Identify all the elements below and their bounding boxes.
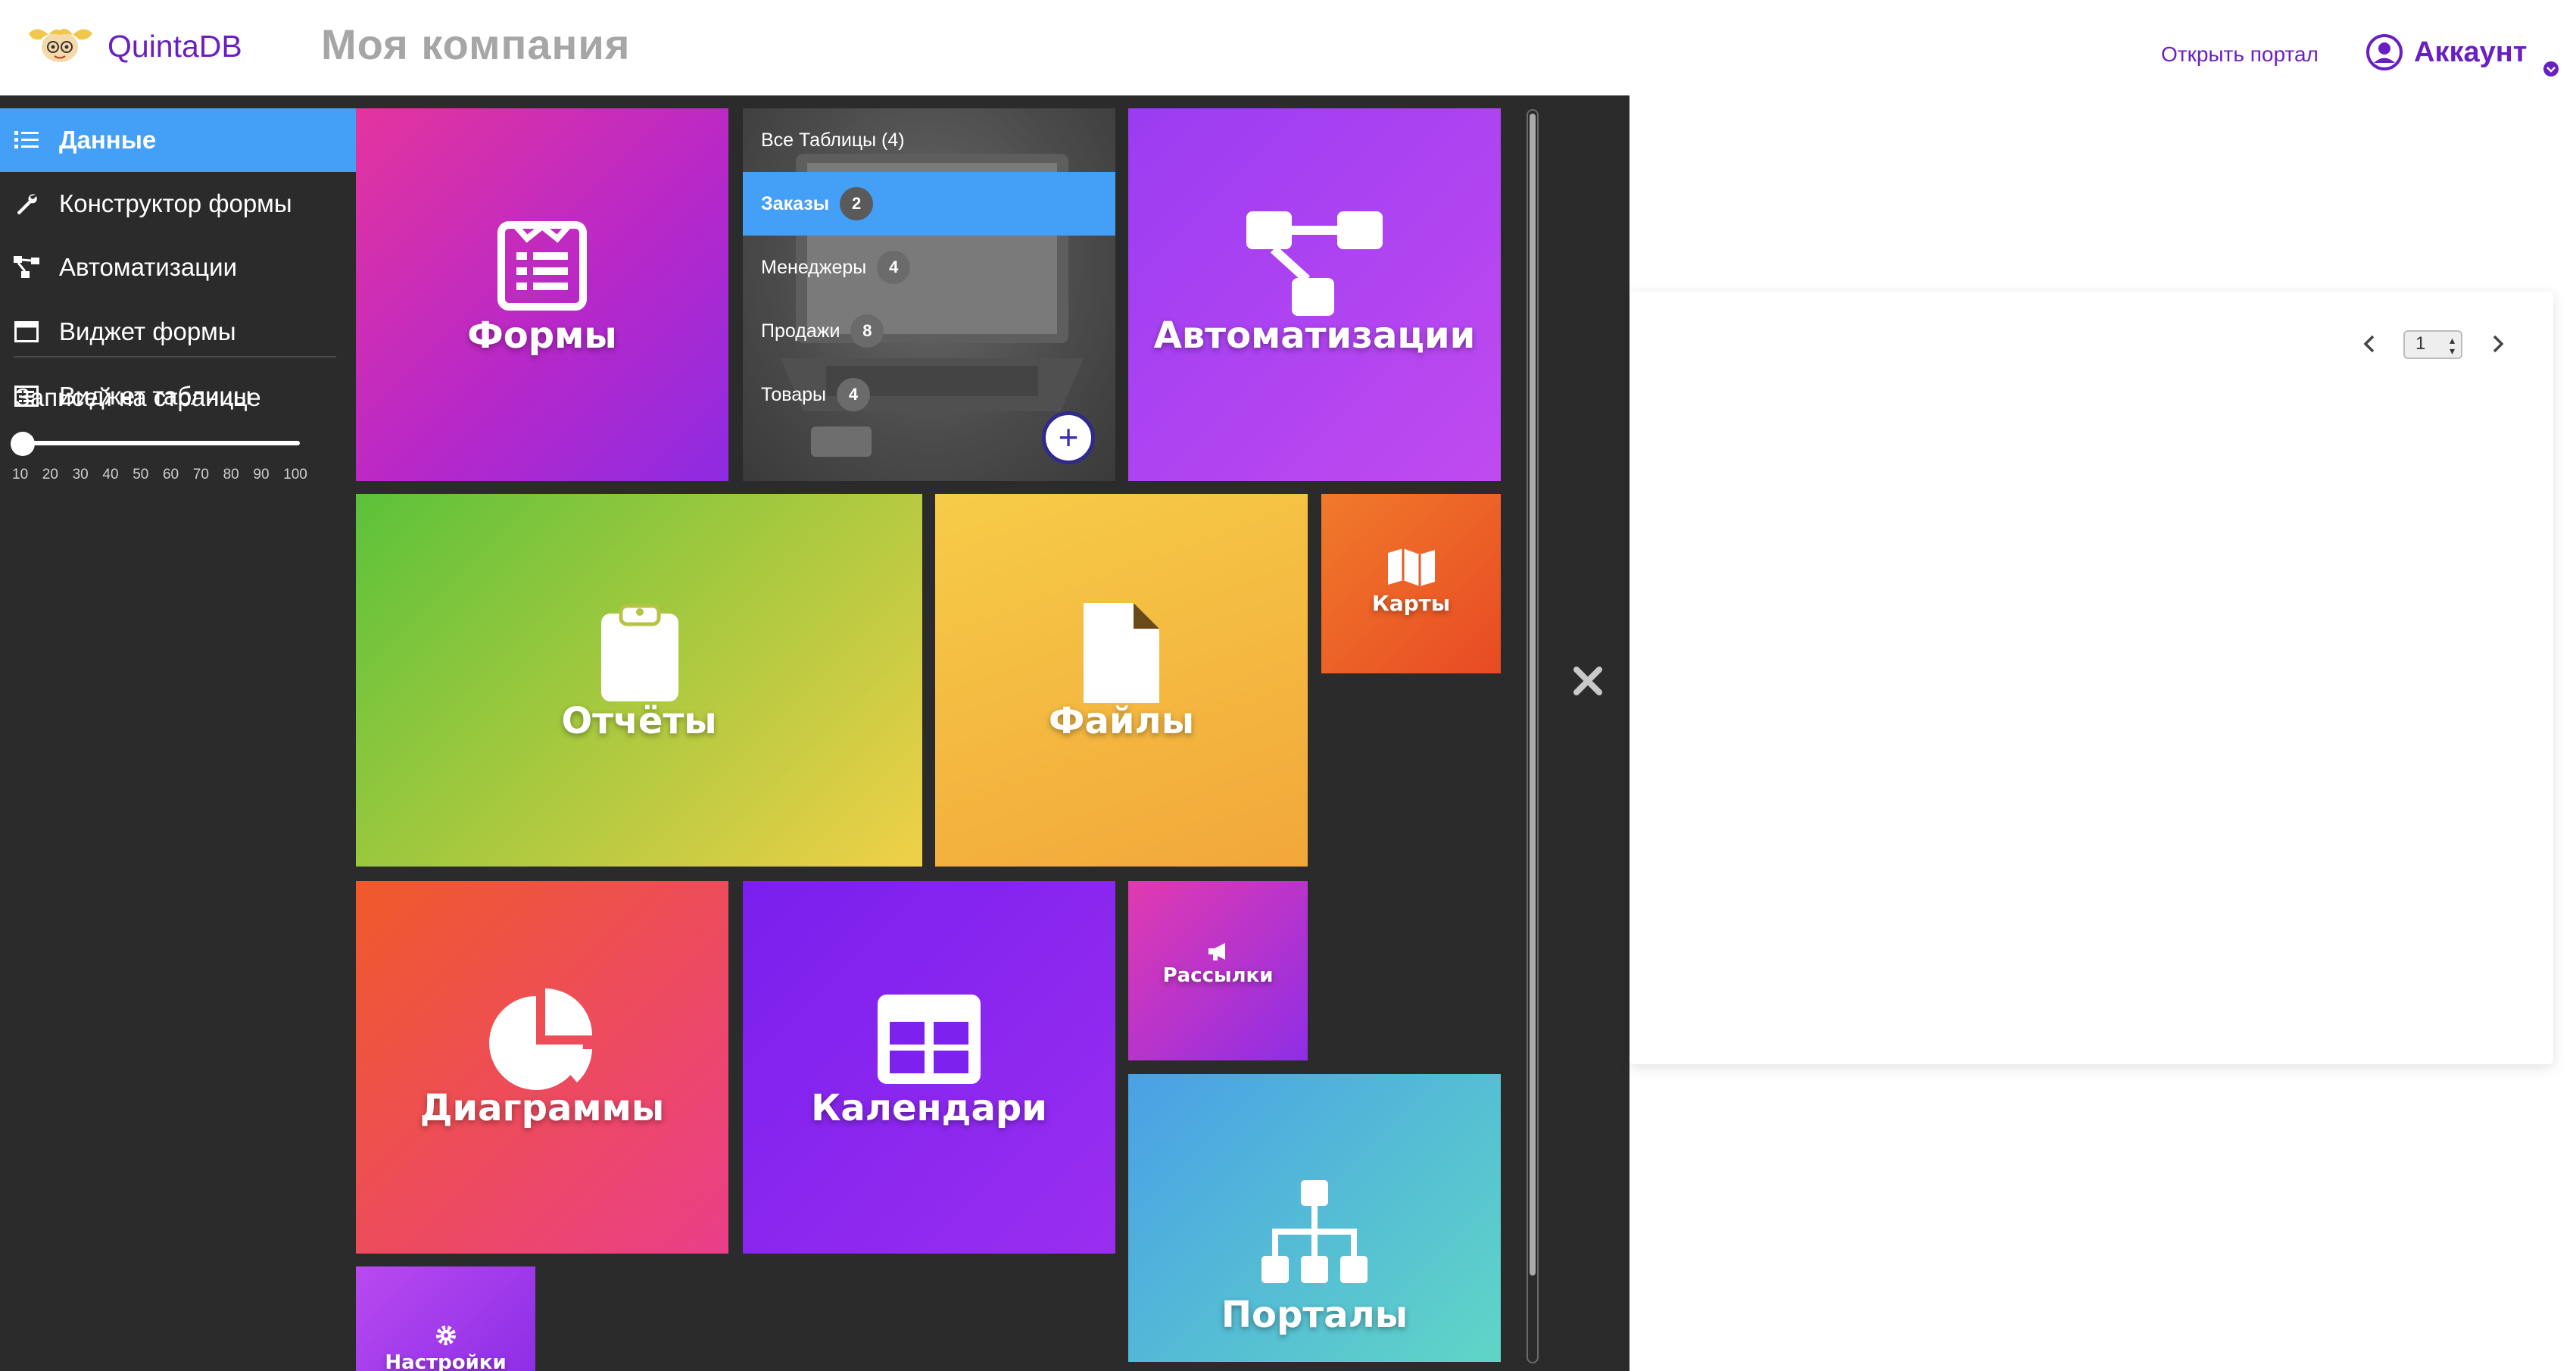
pie-chart-icon: [489, 988, 592, 1090]
table-item-sales[interactable]: Продажи 8: [743, 299, 1115, 363]
tile-label: Формы: [467, 314, 617, 357]
open-portal-link[interactable]: Открыть портал: [2161, 42, 2319, 67]
table-item-orders[interactable]: Заказы 2: [743, 172, 1115, 236]
page-select[interactable]: 1 ▴ ▾: [2403, 330, 2462, 359]
tile-tables: Все Таблицы (4) Заказы 2 Менеджеры 4 Про…: [743, 108, 1115, 481]
tick-label: 90: [253, 467, 270, 483]
list-icon: [14, 127, 39, 153]
per-page-slider-handle[interactable]: [11, 432, 35, 456]
tile-label: Диаграммы: [419, 1087, 665, 1129]
calendar-grid-icon: [878, 995, 981, 1084]
tick-label: 100: [283, 467, 307, 483]
tile-charts[interactable]: Диаграммы: [356, 881, 728, 1254]
tile-automations[interactable]: Автоматизации: [1128, 108, 1501, 481]
map-icon: [1388, 548, 1435, 586]
sidebar-item-form-widget[interactable]: Виджет формы: [0, 300, 356, 364]
tick-label: 30: [72, 467, 89, 483]
tile-reports[interactable]: Отчёты: [356, 494, 922, 867]
table-count-badge: 8: [850, 314, 884, 348]
per-page-ticks: 10 20 30 40 50 60 70 80 90 100: [12, 467, 307, 483]
clipboard-icon: [601, 604, 678, 701]
tick-label: 60: [162, 467, 179, 483]
table-count-badge: 4: [877, 251, 911, 284]
chevron-right-icon[interactable]: [2487, 333, 2508, 354]
stepper-arrows-icon: ▴ ▾: [2449, 334, 2455, 357]
tile-settings[interactable]: Настройки: [356, 1266, 535, 1371]
sidebar-item-label: Конструктор формы: [59, 189, 292, 217]
table-item-managers[interactable]: Менеджеры 4: [743, 236, 1115, 299]
tick-label: 80: [223, 467, 239, 483]
top-header: QuintaDB Моя компания Открыть портал Акк…: [0, 0, 2576, 95]
sidebar-item-automations[interactable]: Автоматизации: [0, 236, 356, 299]
megaphone-icon: [1208, 943, 1225, 960]
tile-calendars[interactable]: Календари: [743, 881, 1115, 1254]
tile-files[interactable]: Файлы: [935, 494, 1308, 867]
per-page-title: Записей на странице: [15, 383, 261, 411]
sidebar-item-form-builder[interactable]: Конструктор формы: [0, 172, 356, 236]
tile-maps[interactable]: Карты: [1321, 494, 1501, 673]
table-item-name: Товары: [761, 383, 826, 405]
tables-all-link[interactable]: Все Таблицы (4): [743, 108, 1115, 172]
content-card: [1629, 292, 2553, 1064]
chevron-down-icon[interactable]: [2543, 61, 2559, 77]
logo-text[interactable]: QuintaDB: [108, 29, 242, 64]
company-name: Моя компания: [321, 20, 631, 68]
table-count-badge: 2: [840, 187, 874, 220]
tile-label: Календари: [811, 1087, 1047, 1129]
account-label: Аккаунт: [2414, 36, 2528, 68]
sidebar-item-label: Автоматизации: [59, 253, 238, 281]
tile-forms[interactable]: Формы: [356, 108, 728, 481]
form-icon: [497, 221, 587, 311]
sidebar-item-label: Виджет формы: [59, 317, 236, 345]
tile-label: Настройки: [385, 1351, 507, 1371]
tile-label: Порталы: [1221, 1294, 1408, 1336]
wrench-icon: [14, 191, 39, 217]
tile-mailings[interactable]: Рассылки: [1128, 881, 1308, 1060]
tick-label: 20: [42, 467, 58, 483]
tick-label: 40: [102, 467, 119, 483]
tiles-scrollbar-thumb[interactable]: [1530, 114, 1536, 1276]
sidebar-item-label: Данные: [59, 126, 157, 154]
tile-portals[interactable]: Порталы: [1128, 1074, 1501, 1362]
add-table-button[interactable]: +: [1042, 411, 1095, 464]
flow-icon: [1246, 211, 1383, 316]
tick-label: 10: [12, 467, 29, 483]
tile-label: Файлы: [1048, 700, 1195, 742]
tile-label: Отчёты: [561, 700, 717, 742]
page-select-value: 1: [2415, 333, 2426, 354]
table-item-name: Менеджеры: [761, 256, 867, 278]
chevron-left-icon[interactable]: [2359, 333, 2381, 354]
table-item-name: Продажи: [761, 320, 840, 342]
account-avatar-icon: [2366, 34, 2403, 70]
close-icon[interactable]: [1572, 665, 1604, 697]
tile-label: Автоматизации: [1153, 314, 1476, 357]
gear-icon: [436, 1326, 456, 1345]
window-icon: [14, 319, 39, 345]
tick-label: 70: [192, 467, 209, 483]
tile-label: Рассылки: [1162, 964, 1274, 987]
table-item-name: Заказы: [761, 192, 830, 214]
tile-label: Карты: [1371, 591, 1451, 616]
logo-mascot-icon[interactable]: [23, 18, 97, 67]
sidebar-divider: [14, 356, 336, 358]
account-menu[interactable]: Аккаунт: [2365, 33, 2527, 71]
per-page-slider-track[interactable]: [21, 441, 300, 445]
tick-label: 50: [133, 467, 149, 483]
flow-icon: [14, 255, 39, 280]
table-count-badge: 4: [837, 378, 870, 411]
sidebar-item-data[interactable]: Данные: [0, 108, 356, 172]
file-icon: [1084, 603, 1159, 703]
sitemap-icon: [1261, 1180, 1368, 1283]
